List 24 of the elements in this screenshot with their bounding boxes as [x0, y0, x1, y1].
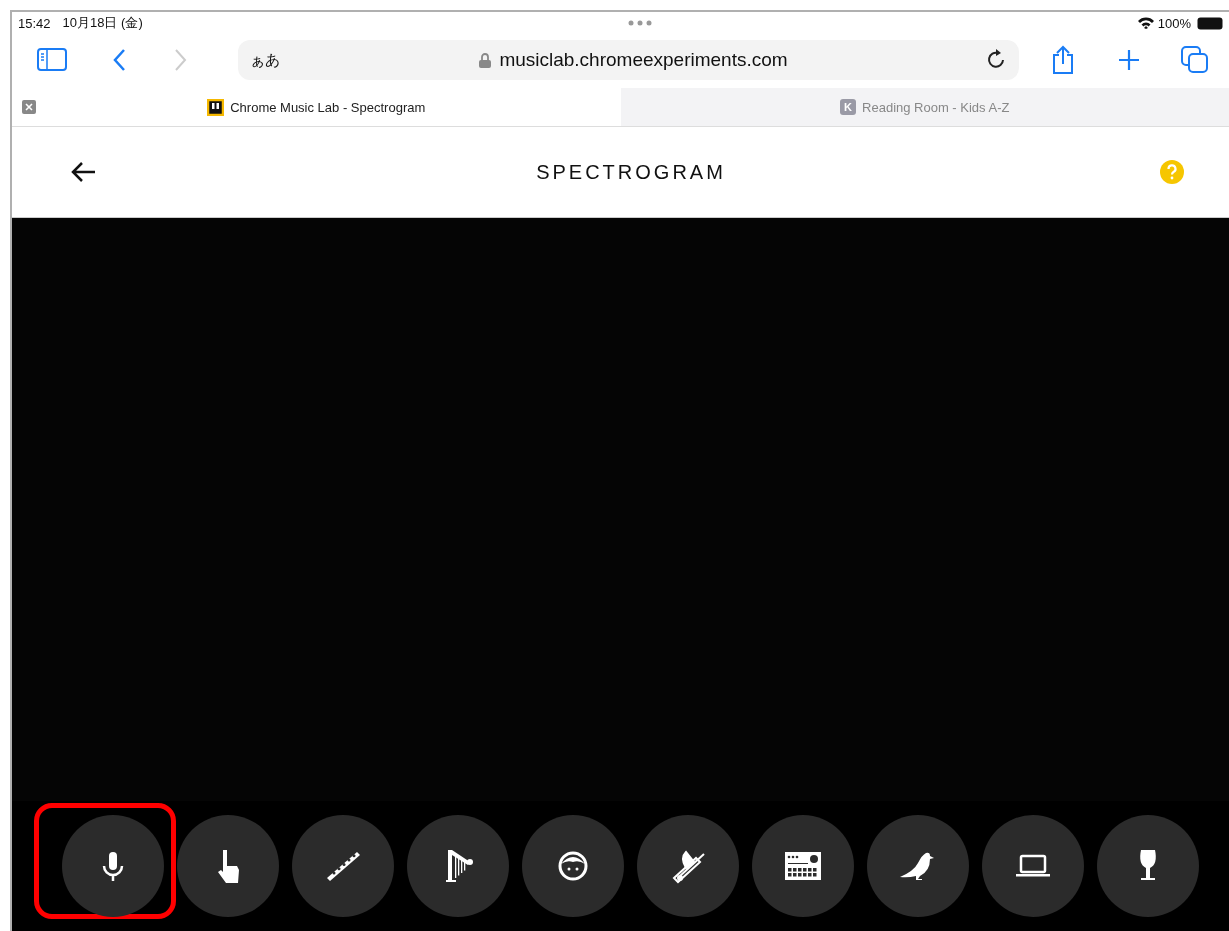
tabs-icon: [1181, 46, 1209, 74]
close-tab-icon[interactable]: [22, 100, 36, 114]
status-time: 15:42: [18, 15, 51, 31]
plus-icon: [1117, 48, 1141, 72]
chevron-left-icon: [112, 48, 128, 72]
page-title: SPECTROGRAM: [535, 160, 727, 184]
wifi-icon: [1137, 17, 1154, 29]
lock-icon: [479, 52, 492, 68]
chevron-right-icon: [172, 48, 188, 72]
tab-title: Reading Room - Kids A-Z: [862, 99, 1010, 115]
status-date: 10月18日 (金): [62, 14, 143, 32]
site-favicon: K: [840, 99, 857, 115]
site-favicon: [207, 98, 225, 116]
sidebar-icon: [37, 48, 67, 72]
address-bar[interactable]: ぁあ musiclab.chromeexperiments.com: [238, 40, 1019, 80]
url-text: musiclab.chromeexperiments.com: [499, 49, 788, 71]
battery-icon: [1197, 16, 1223, 30]
text-size-button[interactable]: ぁあ: [250, 50, 280, 70]
share-icon: [1051, 45, 1075, 75]
arrow-left-icon: [71, 161, 97, 183]
battery-percent: 100%: [1157, 15, 1191, 31]
multitasking-dots-icon[interactable]: [628, 20, 653, 26]
tab-title: Chrome Music Lab - Spectrogram: [230, 99, 426, 115]
reload-icon[interactable]: [987, 49, 1007, 71]
